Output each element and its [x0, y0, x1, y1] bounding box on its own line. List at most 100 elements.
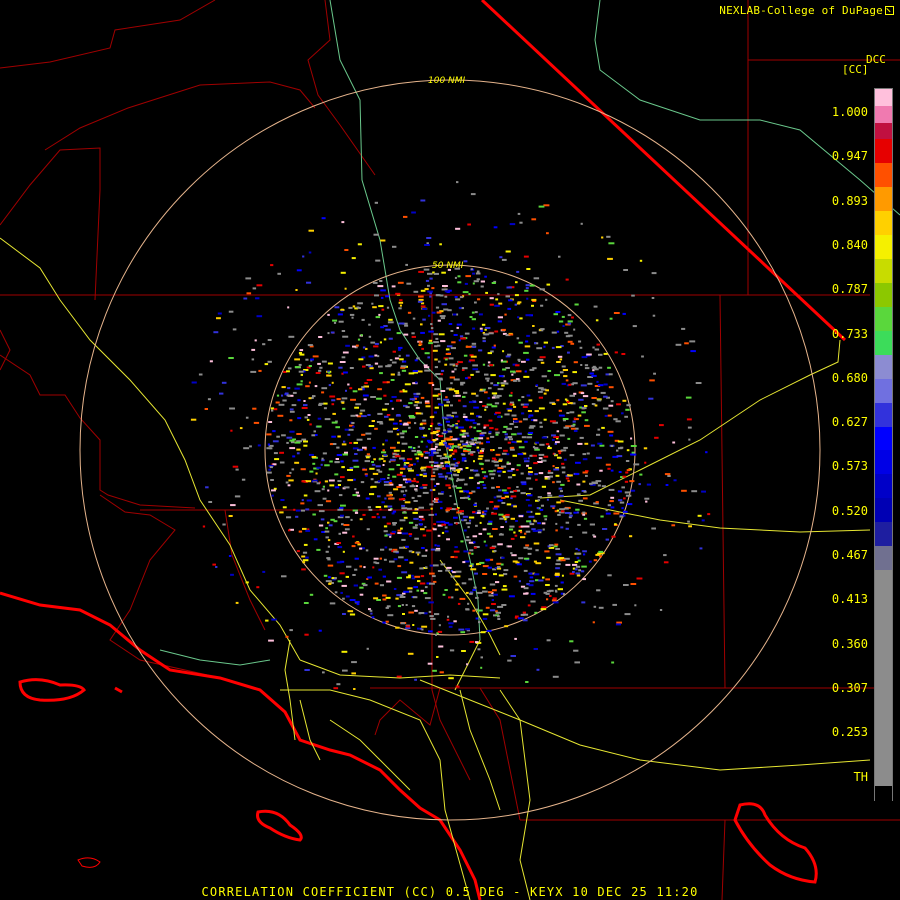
echo-pixel: [439, 378, 443, 381]
echo-pixel: [576, 493, 581, 496]
echo-pixel: [581, 411, 586, 414]
echo-pixel: [392, 350, 396, 353]
echo-pixel: [575, 461, 581, 464]
echo-pixel: [467, 376, 471, 379]
echo-pixel: [289, 430, 295, 433]
echo-pixel: [446, 472, 453, 475]
echo-pixel: [382, 594, 387, 597]
echo-pixel: [575, 565, 581, 568]
echo-pixel: [552, 465, 555, 468]
echo-pixel: [654, 436, 659, 439]
echo-pixel: [337, 484, 341, 486]
echo-pixel: [491, 405, 498, 408]
echo-pixel: [482, 617, 488, 620]
echo-pixel: [365, 364, 371, 366]
echo-pixel: [457, 461, 460, 464]
echo-pixel: [625, 408, 630, 411]
echo-pixel: [378, 458, 381, 461]
echo-pixel: [497, 293, 500, 296]
echo-pixel: [440, 390, 446, 392]
echo-pixel: [320, 518, 325, 521]
echo-pixel: [450, 416, 453, 419]
echo-pixel: [388, 468, 395, 471]
echo-pixel: [597, 399, 602, 402]
echo-pixel: [607, 414, 612, 417]
echo-pixel: [476, 270, 480, 273]
echo-pixel: [531, 528, 536, 531]
echo-pixel: [268, 639, 274, 642]
echo-pixel: [252, 407, 257, 410]
echo-pixel: [418, 506, 424, 509]
echo-pixel: [520, 492, 526, 495]
echo-pixel: [443, 453, 447, 456]
echo-pixel: [493, 550, 497, 552]
echo-pixel: [501, 556, 505, 559]
echo-pixel: [440, 465, 445, 468]
echo-pixel: [455, 570, 462, 573]
echo-pixel: [446, 345, 453, 348]
echo-pixel: [433, 333, 438, 336]
echo-pixel: [540, 304, 544, 307]
echo-pixel: [511, 414, 517, 417]
echo-pixel: [352, 390, 358, 393]
echo-pixel: [512, 560, 518, 563]
echo-pixel: [406, 625, 411, 628]
echo-pixel: [526, 436, 533, 439]
echo-pixel: [383, 558, 387, 561]
echo-pixel: [331, 381, 334, 384]
echo-pixel: [451, 370, 455, 373]
echo-pixel: [473, 460, 475, 463]
echo-pixel: [507, 436, 513, 438]
echo-pixel: [509, 403, 513, 406]
echo-pixel: [481, 431, 487, 434]
echo-pixel: [292, 391, 297, 394]
echo-pixel: [299, 353, 305, 356]
echo-pixel: [495, 611, 501, 614]
echo-pixel: [469, 451, 476, 453]
echo-pixel: [230, 573, 234, 576]
echo-pixel: [529, 454, 533, 457]
echo-pixel: [326, 557, 331, 560]
echo-pixel: [607, 574, 612, 577]
echo-pixel: [537, 522, 541, 525]
credit-text[interactable]: NEXLAB-College of DuPage: [719, 4, 894, 17]
echo-pixel: [208, 501, 213, 503]
echo-pixel: [340, 308, 344, 311]
echo-pixel: [498, 459, 503, 462]
echo-pixel: [341, 443, 347, 446]
echo-pixel: [572, 571, 575, 573]
echo-pixel: [436, 656, 439, 658]
echo-pixel: [497, 382, 500, 385]
echo-pixel: [404, 383, 411, 386]
echo-pixel: [371, 463, 376, 466]
echo-pixel: [455, 469, 461, 472]
echo-pixel: [454, 276, 457, 279]
echo-pixel: [525, 592, 529, 595]
echo-pixel: [406, 282, 412, 285]
echo-pixel: [651, 272, 657, 275]
echo-pixel: [453, 516, 458, 519]
echo-pixel: [447, 424, 450, 427]
echo-pixel: [507, 469, 513, 472]
echo-pixel: [596, 433, 601, 436]
echo-pixel: [397, 605, 401, 608]
echo-pixel: [333, 577, 337, 580]
echo-pixel: [584, 367, 590, 370]
echo-pixel: [594, 404, 598, 407]
echo-pixel: [518, 341, 523, 344]
echo-pixel: [546, 498, 549, 501]
echo-pixel: [537, 358, 544, 361]
echo-pixel: [306, 499, 312, 502]
echo-pixel: [266, 471, 272, 474]
echo-pixel: [311, 396, 314, 399]
echo-pixel: [354, 488, 357, 491]
echo-pixel: [487, 397, 490, 400]
external-link-icon[interactable]: [885, 6, 894, 15]
echo-pixel: [359, 593, 364, 596]
echo-pixel: [498, 375, 504, 378]
echo-pixel: [489, 297, 494, 300]
echo-pixel: [547, 471, 554, 474]
echo-pixel: [325, 550, 329, 553]
echo-pixel: [593, 605, 597, 608]
echo-pixel: [308, 397, 312, 400]
